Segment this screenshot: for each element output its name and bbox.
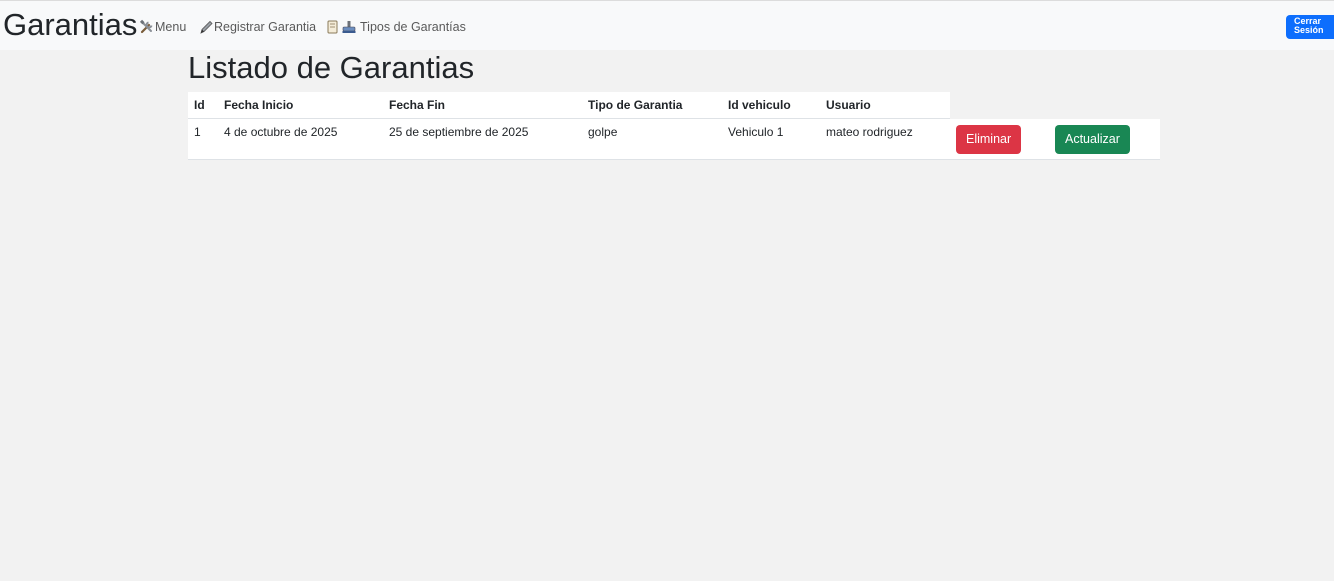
navbar: Garantias Menu Registrar Garantia Tipos … xyxy=(0,1,1334,50)
nav-link-menu-label: Menu xyxy=(155,20,187,34)
column-header-tipo-garantia: Tipo de Garantia xyxy=(582,92,722,119)
tools-icon xyxy=(139,19,155,35)
column-header-usuario: Usuario xyxy=(820,92,950,119)
logout-line2: Sesión xyxy=(1294,25,1324,35)
nav-link-registrar-label: Registrar Garantia xyxy=(214,20,317,34)
column-header-fecha-fin: Fecha Fin xyxy=(383,92,582,119)
brand-title[interactable]: Garantias xyxy=(3,7,137,43)
column-header-id-vehiculo: Id vehiculo xyxy=(722,92,820,119)
update-button[interactable]: Actualizar xyxy=(1055,124,1130,154)
page-title: Listado de Garantias xyxy=(188,50,475,85)
cell-fecha-fin: 25 de septiembre de 2025 xyxy=(383,118,582,160)
cell-id: 1 xyxy=(188,118,218,160)
table-row: 1 4 de octubre de 2025 25 de septiembre … xyxy=(188,118,1160,160)
cell-fecha-inicio: 4 de octubre de 2025 xyxy=(218,118,383,160)
cell-update: Actualizar xyxy=(1049,118,1160,160)
stamp-icon xyxy=(341,19,357,35)
cell-delete: Eliminar xyxy=(950,118,1049,160)
nav-link-tipos-label: Tipos de Garantías xyxy=(360,20,466,34)
table-header-row: Id Fecha Inicio Fecha Fin Tipo de Garant… xyxy=(188,92,1160,119)
cell-vehiculo: Vehiculo 1 xyxy=(722,118,820,160)
cell-usuario: mateo rodriguez xyxy=(820,118,950,160)
logout-button[interactable]: Cerrar Sesión xyxy=(1286,15,1334,39)
nav-link-menu[interactable]: Menu xyxy=(139,18,186,36)
column-header-id: Id xyxy=(188,92,218,119)
delete-button[interactable]: Eliminar xyxy=(956,124,1022,154)
pencil-icon xyxy=(199,19,214,35)
cell-tipo: golpe xyxy=(582,118,722,160)
nav-link-tipos-garantias[interactable]: Tipos de Garantías xyxy=(325,18,466,36)
column-header-empty xyxy=(950,92,1049,119)
column-header-fecha-inicio: Fecha Inicio xyxy=(218,92,383,119)
garantias-table: Id Fecha Inicio Fecha Fin Tipo de Garant… xyxy=(188,92,1160,160)
nav-link-registrar-garantia[interactable]: Registrar Garantia xyxy=(199,18,316,36)
column-header-empty xyxy=(1049,92,1160,119)
scroll-icon xyxy=(325,19,341,35)
